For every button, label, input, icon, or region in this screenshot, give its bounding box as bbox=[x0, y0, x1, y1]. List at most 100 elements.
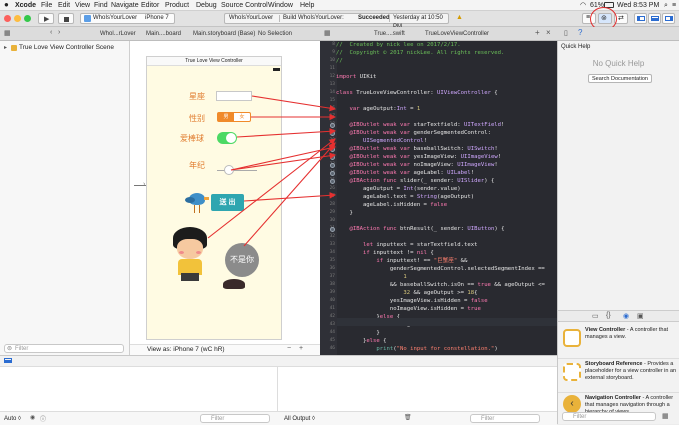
outlet-connection-dot[interactable] bbox=[330, 170, 335, 176]
menu-help[interactable]: Help bbox=[300, 1, 314, 10]
menu-editor[interactable]: Editor bbox=[141, 1, 159, 10]
outline-scene-item[interactable]: True Love View Controller Scene bbox=[19, 43, 114, 53]
menu-product[interactable]: Product bbox=[165, 1, 189, 10]
code-line[interactable]: if inputtext! == "巨蟹座" && bbox=[336, 257, 467, 265]
segment-male[interactable]: 男 bbox=[218, 113, 234, 121]
outlet-connection-dot[interactable] bbox=[330, 178, 335, 184]
menu-source-control[interactable]: Source Control bbox=[221, 1, 268, 10]
library-item-navigation-controller[interactable]: ‹ Navigation Controller - A controller t… bbox=[558, 393, 679, 415]
breadcrumb-project[interactable]: Whol...rLover bbox=[100, 29, 140, 39]
warning-icon[interactable]: ▲ bbox=[456, 14, 463, 21]
age-slider-track[interactable] bbox=[217, 170, 257, 171]
apple-icon[interactable]: ● bbox=[4, 0, 9, 9]
code-line[interactable]: 1 bbox=[336, 273, 406, 281]
segment-female[interactable]: 女 bbox=[234, 113, 250, 121]
outlet-connection-dot[interactable] bbox=[330, 130, 335, 136]
code-line[interactable]: && baseballSwitch.isOn == true && ageOut… bbox=[336, 281, 545, 289]
wifi-icon[interactable]: ◠ bbox=[580, 1, 586, 10]
grid-icon-2[interactable]: ▦ bbox=[324, 29, 331, 37]
code-line[interactable]: if inputtext != nil { bbox=[336, 249, 434, 257]
code-line[interactable]: genderSegmentedControl.selectedSegmentIn… bbox=[336, 265, 545, 273]
submit-button[interactable]: 送 出 bbox=[211, 194, 244, 211]
age-slider-thumb[interactable] bbox=[224, 165, 234, 175]
breadcrumb-storyboard[interactable]: Main.storyboard (Base) bbox=[193, 29, 255, 39]
code-line[interactable]: ageOutput = Int(sender.value) bbox=[336, 185, 461, 193]
auto-variables-selector[interactable]: Auto ◊ bbox=[4, 414, 21, 424]
outlet-connection-dot[interactable] bbox=[330, 162, 335, 168]
library-item-storyboard-reference[interactable]: Storyboard Reference - Provides a placeh… bbox=[558, 359, 679, 393]
quick-help-icon[interactable]: ? bbox=[578, 28, 582, 37]
eye-icon[interactable]: ◉ bbox=[30, 414, 35, 421]
navigator-toggle[interactable] bbox=[634, 13, 647, 24]
menu-view[interactable]: View bbox=[75, 1, 90, 10]
outlet-connection-dot[interactable] bbox=[330, 122, 335, 128]
disclosure-icon[interactable]: ▸ bbox=[4, 44, 7, 51]
utilities-toggle[interactable] bbox=[662, 13, 675, 24]
code-line[interactable]: // Copyright © 2017 nickLee. All rights … bbox=[336, 49, 504, 57]
stop-button[interactable] bbox=[58, 13, 74, 24]
menu-list-icon[interactable]: ≡ bbox=[672, 1, 676, 10]
code-line[interactable]: @IBOutlet weak var ageLabel: UILabel! bbox=[336, 169, 474, 177]
variables-filter[interactable]: Filter bbox=[200, 414, 270, 423]
menu-xcode[interactable]: Xcode bbox=[15, 1, 36, 10]
close-editor-icon[interactable]: × bbox=[546, 28, 551, 37]
code-line[interactable]: ageLabel.isHidden = false bbox=[336, 201, 447, 209]
info-icon[interactable]: ⓘ bbox=[40, 414, 46, 423]
outlet-connection-dot[interactable] bbox=[330, 154, 335, 160]
minimize-window-button[interactable] bbox=[14, 15, 21, 22]
file-template-icon[interactable]: ▭ bbox=[592, 312, 599, 320]
code-line[interactable]: import UIKit bbox=[336, 73, 376, 81]
debug-area-toggle[interactable] bbox=[648, 13, 661, 24]
library-item-view-controller[interactable]: View Controller - A controller that mana… bbox=[558, 325, 679, 359]
view-as-label[interactable]: View as: iPhone 7 (wC hR) bbox=[147, 345, 225, 355]
code-line[interactable]: } bbox=[336, 329, 379, 337]
outline-filter[interactable]: ⊜ Filter bbox=[4, 344, 124, 353]
forward-arrow-icon[interactable]: › bbox=[58, 29, 60, 36]
baseball-switch[interactable] bbox=[217, 132, 237, 144]
code-line[interactable]: } bbox=[336, 209, 352, 217]
code-line[interactable]: ageLabel.text = String(ageOutput) bbox=[336, 193, 474, 201]
code-line[interactable]: UISegmentedControl! bbox=[336, 137, 427, 145]
back-arrow-icon[interactable]: ‹ bbox=[50, 29, 52, 36]
breadcrumb-selection[interactable]: No Selection bbox=[258, 29, 308, 39]
library-grid-icon[interactable]: ▦ bbox=[662, 412, 669, 420]
grid-icon[interactable]: ▦ bbox=[4, 29, 11, 37]
code-line[interactable]: noImageView.isHidden = true bbox=[336, 305, 481, 313]
console-filter[interactable]: Filter bbox=[470, 414, 540, 423]
menu-debug[interactable]: Debug bbox=[196, 1, 217, 10]
gender-segmented-control[interactable]: 男 女 bbox=[217, 112, 251, 122]
code-line[interactable]: 32 && ageOutput >= 18{ bbox=[336, 289, 477, 297]
code-line[interactable]: // bbox=[336, 57, 343, 65]
scheme-selector[interactable]: WhoIsYourLover iPhone 7 bbox=[80, 13, 175, 24]
code-line[interactable]: @IBAction func btnResult(_ sender: UIBut… bbox=[336, 225, 504, 233]
code-line[interactable]: }else { bbox=[336, 337, 387, 345]
zoom-window-button[interactable] bbox=[24, 15, 31, 22]
code-line[interactable]: class TrueLoveViewController: UIViewCont… bbox=[336, 89, 498, 97]
code-line[interactable]: @IBOutlet weak var yesImageView: UIImage… bbox=[336, 153, 501, 161]
constellation-textfield[interactable] bbox=[216, 91, 252, 101]
zoom-in-icon[interactable]: + bbox=[299, 345, 303, 352]
run-button[interactable]: ▶ bbox=[38, 13, 54, 24]
search-documentation-button[interactable]: Search Documentation bbox=[588, 74, 652, 83]
code-snippet-icon[interactable]: {} bbox=[606, 312, 611, 319]
library-filter[interactable]: Filter bbox=[562, 412, 656, 421]
clock[interactable]: Wed 8:53 PM bbox=[617, 1, 659, 10]
code-line[interactable]: @IBAction func slider(_ sender: UISlider… bbox=[336, 177, 494, 185]
file-inspector-icon[interactable]: ▯ bbox=[564, 29, 568, 37]
menu-file[interactable]: File bbox=[41, 1, 52, 10]
menu-find[interactable]: Find bbox=[94, 1, 108, 10]
all-output-selector[interactable]: All Output ◊ bbox=[284, 414, 315, 424]
code-line[interactable]: let inputtext = starTextfield.text bbox=[336, 241, 478, 249]
code-line[interactable]: print("No input for constellation.") bbox=[336, 345, 497, 353]
code-line[interactable]: @IBOutlet weak var baseballSwitch: UISwi… bbox=[336, 145, 497, 153]
media-library-icon[interactable]: ▣ bbox=[637, 312, 644, 320]
code-line[interactable]: // Created by nick lee on 2017/2/17. bbox=[336, 41, 461, 49]
search-icon[interactable]: ⌕ bbox=[664, 1, 668, 10]
code-line[interactable]: @IBOutlet weak var noImageView: UIImageV… bbox=[336, 161, 497, 169]
object-library-icon[interactable]: ◉ bbox=[623, 312, 629, 320]
code-line[interactable]: var ageOutput:Int = 1 bbox=[336, 105, 420, 113]
code-line[interactable]: @IBOutlet weak var genderSegmentedContro… bbox=[336, 129, 490, 137]
close-window-button[interactable] bbox=[4, 15, 11, 22]
editor-class-tab[interactable]: TrueLoveViewController bbox=[425, 29, 505, 39]
code-line[interactable]: yesImageView.isHidden = false bbox=[336, 297, 488, 305]
